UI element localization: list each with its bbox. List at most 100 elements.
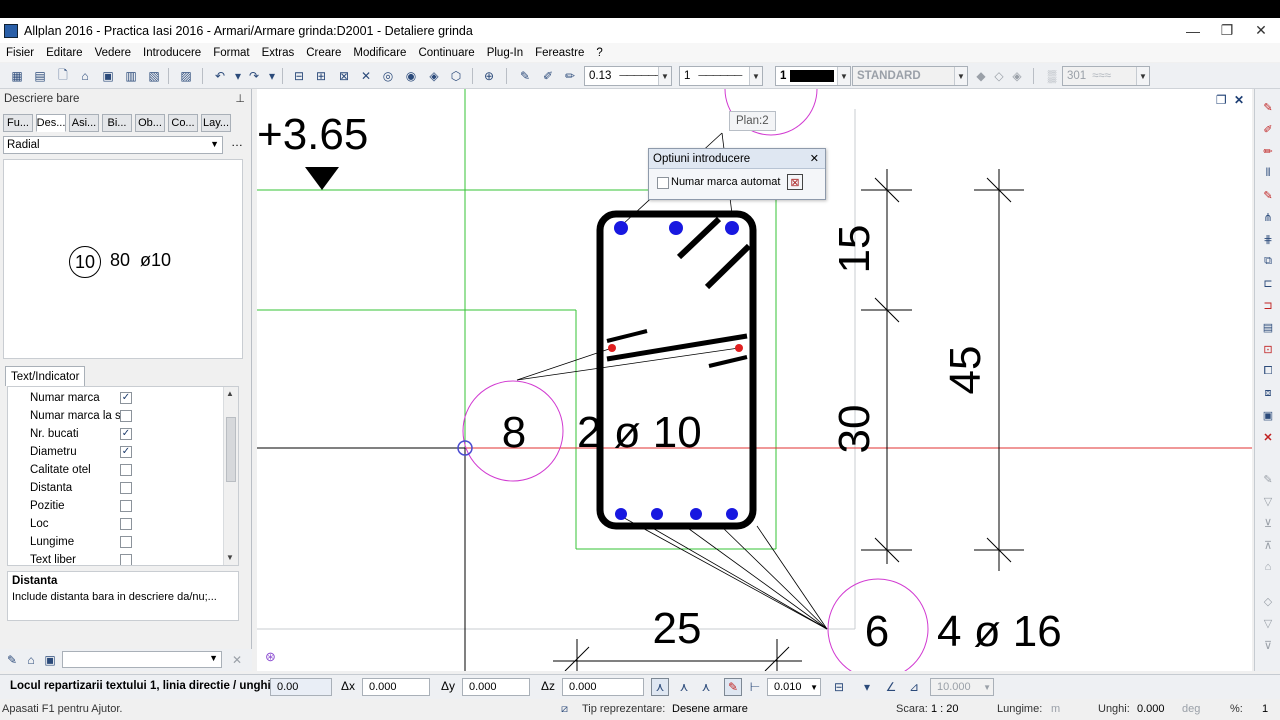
close-favorite-icon[interactable]: ✕ xyxy=(228,651,246,669)
ruler-icon[interactable]: ⊟ xyxy=(290,67,308,85)
angle-set-icon[interactable]: ⊿ xyxy=(905,678,923,696)
mirror-icon[interactable]: ⋔ xyxy=(1260,209,1276,225)
group-icon[interactable]: ⧠ xyxy=(1260,363,1276,379)
table-icon[interactable]: ▤ xyxy=(31,67,49,85)
redo-icon[interactable]: ↷ xyxy=(245,67,263,85)
scale-select[interactable]: 10.000 ▼ xyxy=(930,678,994,696)
option-row[interactable]: Pozitie xyxy=(8,497,223,515)
restore-view-icon[interactable]: ❐ xyxy=(1216,93,1227,107)
snap-midpoint-icon[interactable]: ⋏ xyxy=(697,678,715,696)
no-mark-icon[interactable]: ⊠ xyxy=(787,174,803,190)
scroll-thumb[interactable] xyxy=(226,417,236,482)
option-row[interactable]: Diametru ✓ xyxy=(8,443,223,461)
menu-extras[interactable]: Extras xyxy=(262,47,295,59)
snap-target-icon[interactable]: ⊛ xyxy=(265,649,276,665)
redo-dropdown-icon[interactable]: ▾ xyxy=(263,67,281,85)
edit-icon[interactable]: ✎ xyxy=(1260,187,1276,203)
option-checkbox[interactable]: ✓ xyxy=(120,428,132,440)
option-row[interactable]: Text liber xyxy=(8,551,223,565)
menu-plugin[interactable]: Plug-In xyxy=(487,47,523,59)
snap-intersection-icon[interactable]: ⋏ xyxy=(675,678,693,696)
maximize-button[interactable]: ❐ xyxy=(1210,18,1244,43)
view-icon[interactable]: ◎ xyxy=(379,67,397,85)
layout-icon[interactable]: ▧ xyxy=(145,67,163,85)
option-row[interactable]: Numar marca ✓ xyxy=(8,389,223,407)
scale-value[interactable]: 1 : 20 xyxy=(931,703,959,715)
dx-input[interactable]: 0.000 xyxy=(362,678,430,696)
dy-input[interactable]: 0.000 xyxy=(462,678,530,696)
tab-connect[interactable]: Co... xyxy=(168,114,198,132)
scroll-down-icon[interactable]: ▼ xyxy=(226,553,234,562)
snap-track-icon[interactable]: ✎ xyxy=(724,678,742,696)
option-checkbox[interactable] xyxy=(120,482,132,494)
menu-vedere[interactable]: Vedere xyxy=(95,47,131,59)
close-view-icon[interactable]: ✕ xyxy=(1234,93,1244,107)
zoom-icon[interactable]: ⊕ xyxy=(480,67,498,85)
popup-close-icon[interactable]: ✕ xyxy=(810,152,819,165)
open-favorite-icon[interactable]: ⌂ xyxy=(22,651,40,669)
color-select[interactable]: 1 ▼ xyxy=(775,66,851,86)
snap-step-select[interactable]: 0.010 ▼ xyxy=(767,678,821,696)
tab-objects[interactable]: Ob... xyxy=(135,114,165,132)
tab-library[interactable]: Bi... xyxy=(102,114,132,132)
mirror-copy-icon[interactable]: ⋕ xyxy=(1260,231,1276,247)
stack-icon[interactable]: ⧈ xyxy=(1260,385,1276,401)
label-mode-select[interactable]: Radial ▼ xyxy=(3,136,223,154)
option-checkbox[interactable] xyxy=(120,518,132,530)
menu-creare[interactable]: Creare xyxy=(306,47,341,59)
plot-icon[interactable]: ▥ xyxy=(122,67,140,85)
layer-tools-icon[interactable]: ◆ xyxy=(972,67,990,85)
modify-icon[interactable]: ⊡ xyxy=(1260,341,1276,357)
option-row[interactable]: Nr. bucati ✓ xyxy=(8,425,223,443)
menu-fisier[interactable]: Fisier xyxy=(6,47,34,59)
favorites-select[interactable]: ▼ xyxy=(62,651,222,668)
pencil-red-icon[interactable]: ✐ xyxy=(1260,121,1276,137)
frame-icon[interactable]: ▣ xyxy=(1260,407,1276,423)
options-scrollbar[interactable]: ▲ ▼ xyxy=(223,387,238,565)
option-checkbox[interactable]: ✓ xyxy=(120,392,132,404)
option-row[interactable]: Numar marca la s xyxy=(8,407,223,425)
scroll-up-icon[interactable]: ▲ xyxy=(226,389,234,398)
eraser-icon[interactable]: ✎ xyxy=(1260,99,1276,115)
dz-input[interactable]: 0.000 xyxy=(562,678,644,696)
menu-continuare[interactable]: Continuare xyxy=(418,47,474,59)
brush-icon[interactable]: ✏ xyxy=(1260,143,1276,159)
open-folder-icon[interactable]: ⌂ xyxy=(76,67,94,85)
tab-functions[interactable]: Fu... xyxy=(3,114,33,132)
menu-modificare[interactable]: Modificare xyxy=(353,47,406,59)
option-row[interactable]: Distanta xyxy=(8,479,223,497)
camera-icon[interactable]: ◉ xyxy=(402,67,420,85)
tab-text-indicator[interactable]: Text/Indicator xyxy=(5,366,86,386)
hatch-select[interactable]: 301 ≈≈≈ ▼ xyxy=(1062,66,1150,86)
eyedropper-icon[interactable]: ✎ xyxy=(3,651,21,669)
angle-tool-icon[interactable]: ∠ xyxy=(882,678,900,696)
line-type-select[interactable]: 1 ────── ▼ xyxy=(679,66,763,86)
hatch-icon[interactable]: ▒ xyxy=(1043,67,1061,85)
menu-help[interactable]: ? xyxy=(596,47,602,59)
option-checkbox[interactable] xyxy=(120,536,132,548)
save-icon[interactable]: ▣ xyxy=(99,67,117,85)
option-checkbox[interactable] xyxy=(120,410,132,422)
pencil-icon[interactable]: ✏ xyxy=(561,67,579,85)
pen-icon[interactable]: ✐ xyxy=(539,67,557,85)
cube-icon[interactable]: ⬡ xyxy=(447,67,465,85)
copy-icon[interactable]: ⧉ xyxy=(1260,253,1276,269)
ratio-icon[interactable]: ⊢ xyxy=(746,678,764,696)
layer-stack-icon[interactable]: ◈ xyxy=(1008,67,1026,85)
tab-layer[interactable]: Lay... xyxy=(201,114,231,132)
table-tool-icon[interactable]: ⊟ xyxy=(830,678,848,696)
close-button[interactable]: ✕ xyxy=(1244,18,1278,43)
delete-red-icon[interactable]: ✕ xyxy=(1260,429,1276,445)
option-checkbox[interactable] xyxy=(120,554,132,565)
option-row[interactable]: Calitate otel xyxy=(8,461,223,479)
delete-icon[interactable]: ✕ xyxy=(357,67,375,85)
option-checkbox[interactable] xyxy=(120,500,132,512)
plan-label[interactable]: Plan:2 xyxy=(729,111,776,131)
pin-icon[interactable]: ⊥ xyxy=(235,92,245,105)
snap-point-icon[interactable]: ⋏ xyxy=(651,678,669,696)
menu-format[interactable]: Format xyxy=(213,47,249,59)
dropdown-icon[interactable]: ▾ xyxy=(858,678,876,696)
stretch-icon[interactable]: ⊐ xyxy=(1260,297,1276,313)
hatch-edit-icon[interactable]: ▤ xyxy=(1260,319,1276,335)
format-painter-icon[interactable]: ✎ xyxy=(516,67,534,85)
